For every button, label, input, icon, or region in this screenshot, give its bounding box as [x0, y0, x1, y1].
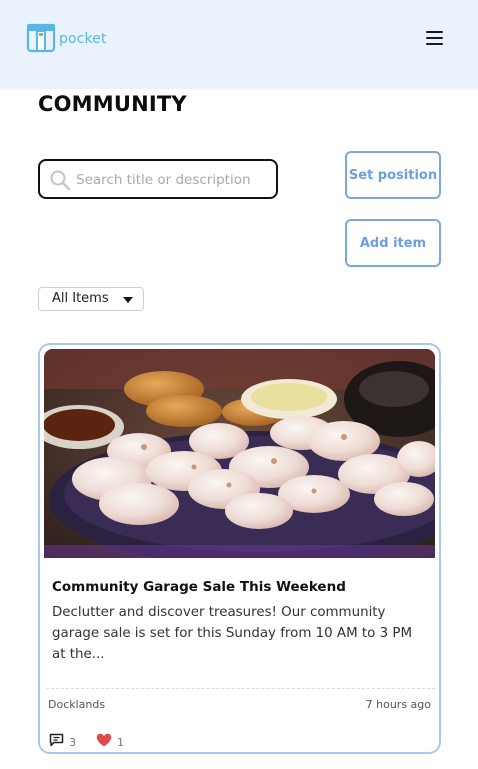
post-location: Docklands — [48, 698, 106, 711]
category-filter-select[interactable]: All Items — [38, 287, 144, 311]
food-photo-icon — [44, 349, 435, 558]
card-divider — [46, 688, 435, 689]
like-count: 1 — [117, 736, 124, 749]
logo-text: pocket — [59, 30, 107, 47]
page-title: COMMUNITY — [38, 92, 187, 116]
comment-count: 3 — [69, 736, 76, 749]
likes-stat[interactable]: 1 — [96, 730, 124, 749]
hamburger-menu-icon[interactable] — [425, 29, 445, 47]
post-card[interactable]: Community Garage Sale This Weekend Declu… — [38, 343, 441, 754]
comment-icon — [49, 733, 64, 746]
pocket-logo-icon — [26, 23, 56, 53]
post-title: Community Garage Sale This Weekend — [52, 579, 346, 595]
comments-stat[interactable]: 3 — [49, 730, 76, 749]
add-item-button[interactable]: Add item — [345, 219, 441, 267]
search-icon — [50, 170, 71, 191]
search-field[interactable] — [38, 159, 278, 199]
caret-down-icon — [123, 297, 133, 303]
post-timestamp: 7 hours ago — [365, 698, 431, 711]
set-position-button[interactable]: Set position — [345, 151, 441, 199]
post-description: Declutter and discover treasures! Our co… — [52, 605, 412, 662]
search-input[interactable] — [76, 167, 271, 192]
app-header: pocket — [0, 0, 478, 89]
filter-selected-value: All Items — [52, 291, 109, 306]
post-image — [44, 349, 435, 558]
heart-icon — [96, 733, 112, 746]
app-logo[interactable]: pocket — [26, 22, 106, 53]
